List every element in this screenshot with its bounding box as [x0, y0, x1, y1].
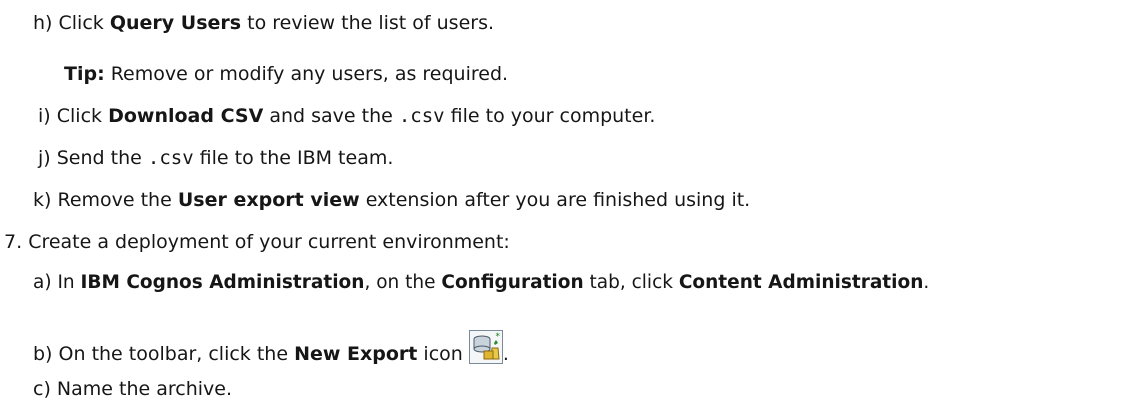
ui-term: IBM Cognos Administration: [80, 272, 365, 293]
ui-term: User export view: [177, 189, 360, 211]
ui-term: Query Users: [109, 12, 242, 34]
svg-text:*: *: [495, 332, 500, 342]
step-j: j) Send the .csv file to the IBM team.: [38, 147, 394, 169]
step-h: h) Click Query Users to review the list …: [33, 12, 495, 34]
step-marker: j): [38, 147, 51, 169]
step-i: i) Click Download CSV and save the .csv …: [38, 105, 656, 127]
ui-term: New Export: [294, 343, 418, 365]
ui-term: Configuration: [441, 272, 584, 293]
ui-term: Download CSV: [108, 105, 264, 127]
step-7: 7. Create a deployment of your current e…: [4, 231, 510, 253]
step-marker: b): [33, 343, 53, 365]
step-marker: h): [33, 12, 53, 34]
new-export-icon: *: [468, 330, 503, 364]
step-marker: c): [33, 378, 51, 400]
step-k: k) Remove the User export view extension…: [33, 189, 751, 211]
step-c: c) Name the archive.: [33, 378, 232, 400]
ui-term: Content Administration: [678, 272, 924, 293]
code-text: .csv: [147, 147, 194, 169]
tip-label: Tip:: [64, 63, 105, 85]
code-text: .csv: [398, 105, 445, 127]
step-marker: k): [33, 189, 52, 211]
step-marker: i): [38, 105, 51, 127]
step-b: b) On the toolbar, click the New Export …: [33, 330, 509, 365]
step-marker: 7.: [4, 231, 23, 253]
step-marker: a): [33, 272, 52, 293]
step-a: a) In IBM Cognos Administration, on the …: [33, 272, 930, 293]
tip: Tip: Remove or modify any users, as requ…: [64, 63, 509, 85]
